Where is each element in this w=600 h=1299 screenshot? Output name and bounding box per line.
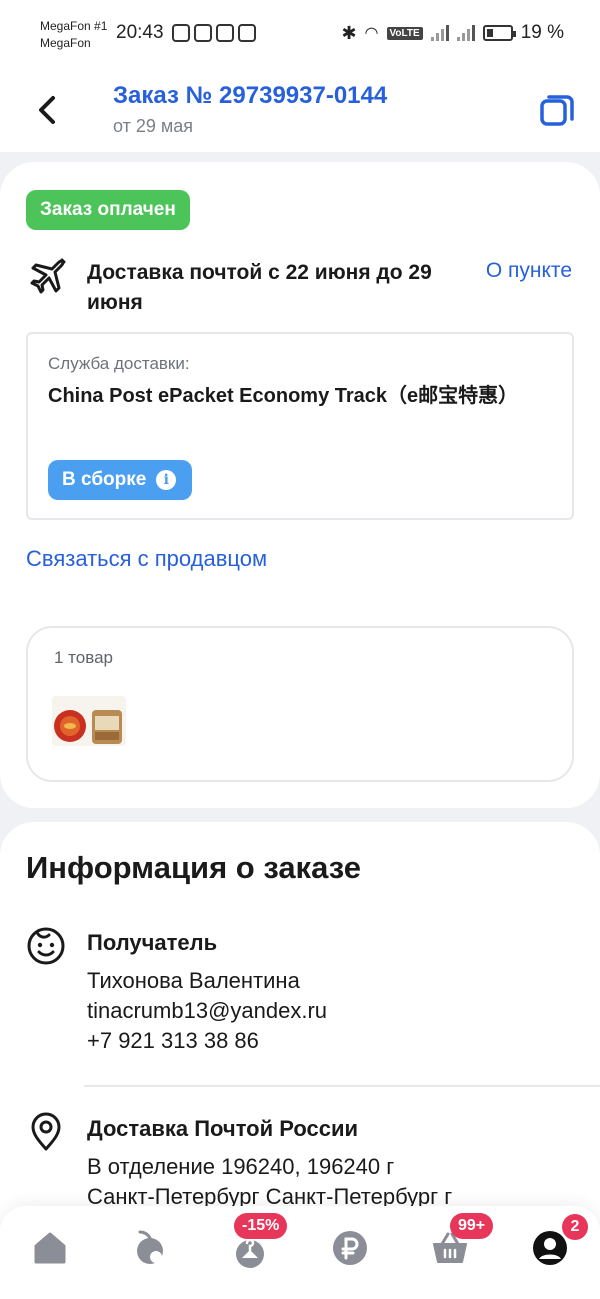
order-items-box[interactable]: 1 товар (26, 626, 574, 782)
nav-home[interactable] (30, 1228, 70, 1268)
order-date: от 29 мая (113, 116, 194, 136)
info-icon: i (156, 470, 177, 490)
airplane-icon (30, 258, 66, 294)
profile-badge: 2 (562, 1214, 588, 1240)
page-title: Заказ № 29739937-0144 (113, 82, 388, 109)
order-status-card: Заказ оплачен Доставка почтой с 22 июня … (0, 162, 600, 808)
assembly-status-button[interactable]: В сборке i (48, 460, 193, 500)
copy-icon (540, 95, 574, 126)
basket-badge: 99+ (450, 1213, 494, 1239)
nav-catalog[interactable] (130, 1228, 170, 1268)
delivery-service-name: China Post ePacket Economy Track（e邮宝特惠） (48, 385, 519, 407)
product-image (52, 696, 126, 746)
pickup-point-link[interactable]: О пункте (486, 259, 572, 283)
bottom-navigation: -15% 99+ 2 (0, 1206, 600, 1299)
recipient-email: tinacrumb13@yandex.ru (87, 998, 328, 1023)
delivery-dates: Доставка почтой с 22 июня до 29 июня (87, 261, 432, 314)
signal-icon (430, 25, 449, 41)
clock: 20:43 (116, 22, 164, 43)
nfc-icon (172, 24, 190, 42)
status-badge: Заказ оплачен (26, 190, 190, 230)
promotions-badge: -15% (234, 1213, 288, 1239)
notification-icons (172, 24, 256, 42)
system-icons: ✱ ◠ VoLTE 19 % (341, 22, 564, 44)
chevron-left-icon (39, 96, 55, 124)
recipient-title: Получатель (87, 930, 218, 955)
product-thumbnail[interactable] (52, 696, 126, 746)
battery-icon (482, 25, 516, 41)
divider (84, 1085, 600, 1087)
assembly-status-label: В сборке (62, 469, 147, 490)
header: Заказ № 29739937-0144 от 29 мая (0, 68, 600, 152)
catalog-icon (137, 1230, 163, 1264)
mail-icon (216, 24, 234, 42)
items-count: 1 товар (54, 648, 113, 667)
delivery-method-title: Доставка Почтой России (87, 1116, 359, 1141)
carrier: MegaFon #1 MegaFon (40, 18, 107, 52)
signal-icon (456, 25, 475, 41)
status-bar: MegaFon #1 MegaFon 20:43 ✱ ◠ VoLTE 19 % (0, 0, 600, 68)
recipient-phone: +7 921 313 38 86 (87, 1028, 259, 1053)
order-info-heading: Информация о заказе (26, 850, 361, 885)
nav-finance[interactable] (330, 1228, 370, 1268)
carrier-line-1: MegaFon #1 (40, 19, 108, 33)
bluetooth-icon: ✱ (341, 22, 357, 43)
delivery-address-line: В отделение 196240, 196240 г (87, 1154, 395, 1179)
home-icon (34, 1232, 66, 1264)
smiley-icon (27, 927, 65, 965)
back-button[interactable] (30, 92, 66, 128)
contact-seller-link[interactable]: Связаться с продавцом (26, 546, 267, 572)
copy-button[interactable] (538, 92, 576, 130)
battery-level: 19 % (520, 22, 564, 43)
delivery-service-box: Служба доставки: China Post ePacket Econ… (26, 332, 574, 520)
volte-icon: VoLTE (386, 26, 423, 40)
app-notification-icon (194, 24, 212, 42)
recipient-name: Тихонова Валентина (87, 968, 300, 993)
ruble-icon (333, 1231, 367, 1265)
wifi-icon: ◠ (364, 25, 379, 42)
location-pin-icon (31, 1112, 61, 1151)
delivery-service-label: Служба доставки: (48, 354, 190, 373)
mail-icon (238, 24, 256, 42)
carrier-line-2: MegaFon (40, 36, 91, 50)
